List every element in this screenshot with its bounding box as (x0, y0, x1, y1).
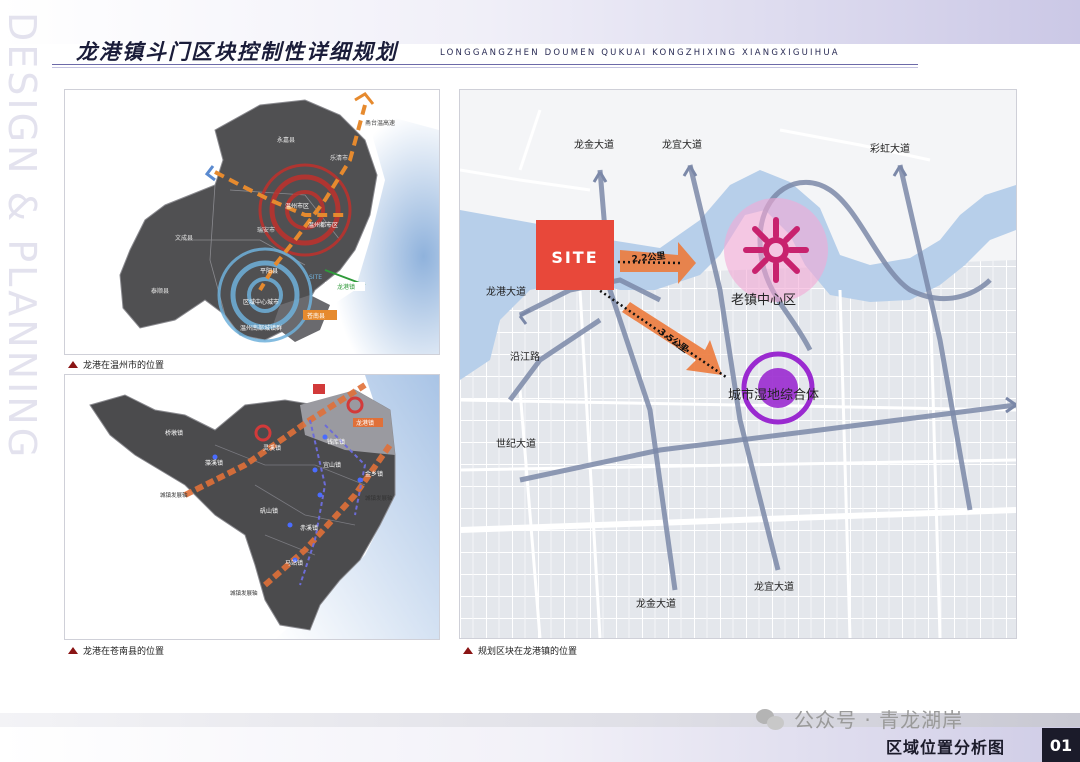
longgang-map-panel: SITE 2.2公里 3.5公里 老镇中心区 城市湿地综合体 龙金大道 龙宜大道… (459, 89, 1017, 639)
road-label-longjin-top: 龙金大道 (574, 138, 614, 151)
wetland-label: 城市湿地综合体 (728, 387, 819, 403)
cangnan-map-caption: 龙港在苍南县的位置 (68, 644, 164, 657)
cangnan-map-panel: 灵溪镇 钱库镇 金乡镇 宜山镇 藻溪镇 矾山镇 赤溪镇 马站镇 桥墩镇 龙港镇 … (64, 374, 440, 640)
road-label-shiji: 世纪大道 (496, 437, 536, 450)
title-divider (52, 64, 918, 65)
label-axis-c: 城镇发展轴 (230, 589, 258, 597)
longgang-map-caption: 规划区块在龙港镇的位置 (463, 644, 577, 657)
road-label-longyi-bottom: 龙宜大道 (754, 580, 794, 593)
label-axis-a: 城镇发展轴 (160, 491, 188, 499)
label-town-h: 马站镇 (285, 559, 303, 567)
road-label-caihong: 彩虹大道 (870, 142, 910, 155)
label-town-f: 矾山镇 (260, 507, 278, 515)
triangle-marker-icon (68, 647, 78, 654)
road-label-longgang: 龙港大道 (486, 285, 526, 298)
page-title: 龙港镇斗门区块控制性详细规划 (76, 39, 398, 64)
town-dot-e (287, 522, 293, 528)
label-yueqing: 乐清市 (330, 154, 348, 162)
caption-text: 龙港在苍南县的位置 (83, 647, 165, 657)
label-town-i: 桥墩镇 (165, 429, 183, 437)
old-town-halo (724, 198, 828, 302)
label-site: SITE (309, 274, 322, 281)
road-label-longyi-top: 龙宜大道 (662, 138, 702, 151)
town-dot-g (212, 454, 218, 460)
side-vertical-text: DESIGN & PLANNING (0, 12, 44, 461)
page-subtitle: LONGGANGZHEN DOUMEN QUKUAI KONGZHIXING X… (440, 48, 840, 58)
wenzhou-map: 永嘉县 乐清市 温州市区 温州都市区 文成县 瑞安市 泰顺县 平阳县 苍南县 龙… (65, 90, 439, 354)
label-longgang: 龙港镇 (337, 283, 355, 291)
label-town-g: 赤溪镇 (300, 524, 318, 532)
town-dot-c (317, 492, 323, 498)
label-town-a: 灵溪镇 (263, 444, 281, 452)
label-town-b: 钱库镇 (327, 438, 345, 446)
label-expressway: 甬台温高速 (365, 119, 395, 127)
label-longgang: 龙港镇 (356, 419, 374, 427)
label-south-group: 温州南部城镇群 (240, 324, 282, 332)
wechat-icon (756, 707, 786, 731)
label-town-d: 宜山镇 (323, 461, 341, 469)
cangnan-map: 灵溪镇 钱库镇 金乡镇 宜山镇 藻溪镇 矾山镇 赤溪镇 马站镇 桥墩镇 龙港镇 … (65, 375, 439, 639)
label-town-e: 藻溪镇 (205, 459, 223, 467)
watermark-text: 公众号 · 青龙湖岸 (794, 708, 964, 732)
label-wencheng: 文成县 (175, 234, 193, 242)
caption-text: 龙港在温州市的位置 (83, 361, 165, 371)
label-wenzhou-city: 温州市区 (285, 202, 309, 210)
label-axis-b: 城镇发展轴 (365, 494, 393, 502)
road-label-yanjiang: 沿江路 (510, 350, 540, 363)
site-marker (313, 384, 325, 394)
label-town-c: 金乡镇 (365, 470, 383, 478)
label-wenzhou-core: 温州都市区 (308, 221, 338, 229)
site-label: SITE (551, 248, 598, 267)
page-number: 01 (1042, 728, 1080, 762)
triangle-marker-icon (68, 361, 78, 368)
road-label-longjin-bottom: 龙金大道 (636, 597, 676, 610)
old-town-label: 老镇中心区 (731, 293, 796, 308)
title-divider-light (52, 67, 918, 68)
caption-text: 规划区块在龙港镇的位置 (478, 647, 578, 657)
label-cangnan: 苍南县 (307, 312, 325, 320)
triangle-marker-icon (463, 647, 473, 654)
wenzhou-map-caption: 龙港在温州市的位置 (68, 358, 164, 371)
footer-section-title: 区域位置分析图 (886, 738, 1006, 757)
longgang-map: SITE 2.2公里 3.5公里 老镇中心区 城市湿地综合体 龙金大道 龙宜大道… (460, 90, 1016, 638)
town-dot-d (357, 477, 363, 483)
label-taishun: 泰顺县 (151, 287, 169, 295)
town-dot-b (312, 467, 318, 473)
watermark: 公众号 · 青龙湖岸 (756, 704, 963, 733)
label-south-center: 区域中心城市 (243, 298, 279, 306)
wenzhou-map-panel: 永嘉县 乐清市 温州市区 温州都市区 文成县 瑞安市 泰顺县 平阳县 苍南县 龙… (64, 89, 440, 355)
label-yongjia: 永嘉县 (277, 136, 295, 144)
label-pingyang: 平阳县 (260, 267, 278, 275)
label-ruian: 瑞安市 (257, 226, 275, 234)
